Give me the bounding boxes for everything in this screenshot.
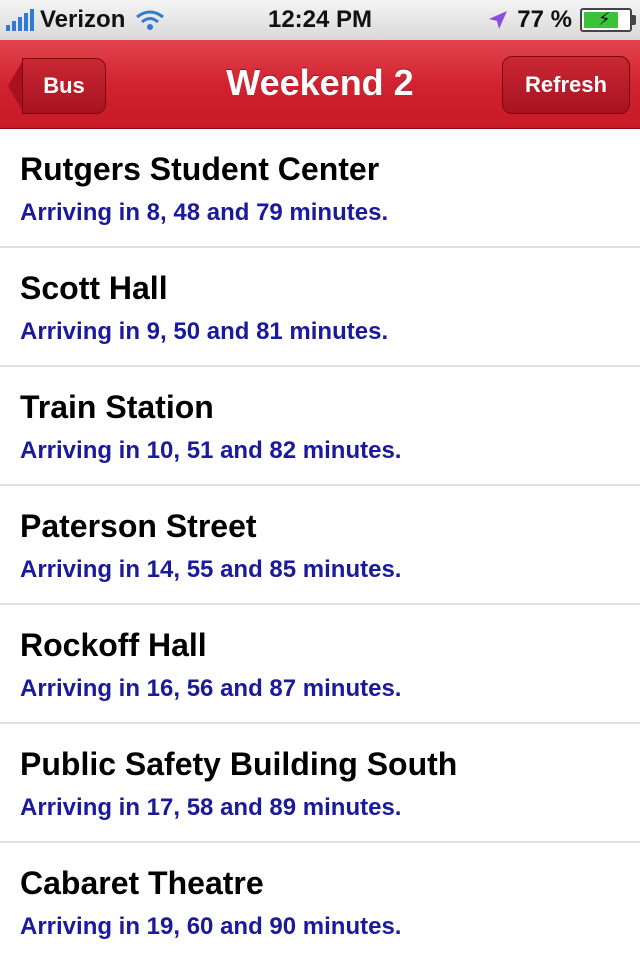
stop-name: Rockoff Hall (20, 627, 207, 663)
arrival-times: Arriving in 10, 51 and 82 minutes. (20, 437, 402, 464)
arrival-times: Arriving in 14, 55 and 85 minutes. (20, 556, 402, 583)
refresh-button[interactable]: Refresh (502, 56, 630, 114)
list-item[interactable]: Rockoff Hall Arriving in 16, 56 and 87 m… (0, 605, 640, 724)
arrival-times: Arriving in 8, 48 and 79 minutes. (20, 199, 389, 226)
stop-name: Paterson Street (20, 508, 257, 544)
battery-icon: ⚡ (580, 8, 636, 32)
stop-list: Rutgers Student Center Arriving in 8, 48… (0, 129, 640, 962)
stop-name: Train Station (20, 389, 214, 425)
status-right: 77 % ⚡ (487, 6, 636, 34)
location-arrow-icon (489, 11, 508, 29)
navigation-bar: Bus Weekend 2 Refresh (0, 40, 640, 129)
arrival-times: Arriving in 16, 56 and 87 minutes. (20, 675, 402, 702)
list-item[interactable]: Cabaret Theatre Arriving in 19, 60 and 9… (0, 843, 640, 962)
battery-nub (632, 15, 636, 25)
list-item[interactable]: Paterson Street Arriving in 14, 55 and 8… (0, 486, 640, 605)
list-item[interactable]: Public Safety Building South Arriving in… (0, 724, 640, 843)
list-item[interactable]: Scott Hall Arriving in 9, 50 and 81 minu… (0, 248, 640, 367)
stop-name: Scott Hall (20, 270, 168, 306)
list-item[interactable]: Rutgers Student Center Arriving in 8, 48… (0, 129, 640, 248)
list-item[interactable]: Train Station Arriving in 10, 51 and 82 … (0, 367, 640, 486)
stop-name: Public Safety Building South (20, 746, 458, 782)
arrival-times: Arriving in 17, 58 and 89 minutes. (20, 794, 402, 821)
stop-name: Cabaret Theatre (20, 865, 264, 901)
arrival-times: Arriving in 9, 50 and 81 minutes. (20, 318, 389, 345)
charging-bolt-icon: ⚡ (598, 9, 611, 29)
status-bar: Verizon 12:24 PM 77 % ⚡ (0, 0, 640, 40)
battery-percent: 77 % (517, 6, 572, 33)
stop-name: Rutgers Student Center (20, 151, 380, 187)
arrival-times: Arriving in 19, 60 and 90 minutes. (20, 913, 402, 940)
